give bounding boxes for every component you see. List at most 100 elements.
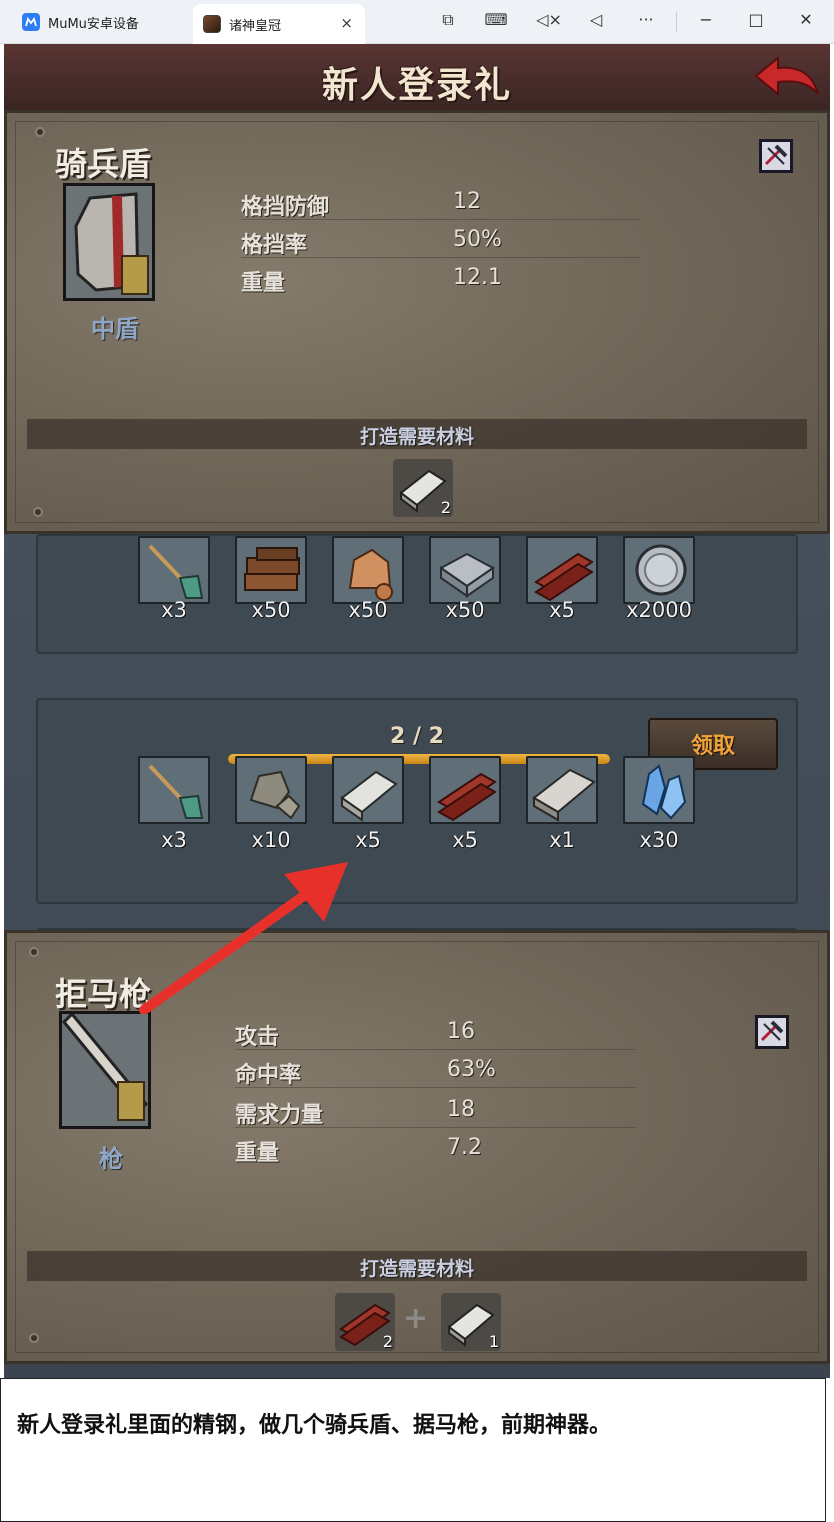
item-quantity: x5 — [452, 828, 478, 852]
game-viewport: 新人登录礼 2 / 2 领取 2 / 3 领取 — [4, 44, 830, 1378]
iron-ingot-icon — [439, 552, 495, 598]
tab-label: 诸神皇冠 — [229, 18, 282, 34]
reward-item-refined-steel[interactable] — [332, 756, 404, 824]
stat-divider — [235, 1087, 635, 1088]
material-slot[interactable]: 2 — [335, 1293, 395, 1351]
materials-label: 打造需要材料 — [359, 1258, 474, 1280]
stat-value: 18 — [447, 1097, 475, 1122]
rivet-icon — [33, 507, 43, 517]
silver-ingot-icon — [532, 768, 596, 822]
stat-label: 攻击 — [235, 1025, 280, 1050]
stat-label: 重量 — [235, 1141, 280, 1166]
tab-label: MuMu安卓设备 — [48, 16, 139, 32]
reward-item-iron-ingot[interactable] — [429, 536, 501, 604]
stat-value: 50% — [453, 227, 502, 252]
material-quantity: 2 — [382, 1332, 393, 1351]
game-header: 新人登录礼 — [4, 44, 830, 110]
stat-label: 命中率 — [235, 1063, 302, 1088]
material-slot[interactable]: 2 — [393, 459, 453, 517]
tab-game[interactable]: 诸神皇冠 × — [193, 4, 365, 44]
stat-label: 格挡防御 — [241, 195, 330, 220]
stat-divider — [235, 1127, 635, 1128]
stat-value: 12.1 — [453, 265, 502, 290]
item-name: 拒马枪 — [55, 975, 152, 1013]
item-type: 中盾 — [91, 315, 139, 343]
mumu-logo-icon — [22, 13, 40, 31]
item-quantity: x5 — [355, 828, 381, 852]
item-card-shield: 骑兵盾 中盾 格挡防御 12 格挡率 50% 重量 12.1 打造需要材料 2 — [4, 110, 830, 534]
reward-item-shovel[interactable] — [138, 536, 210, 604]
materials-label: 打造需要材料 — [359, 426, 474, 448]
refined-steel-icon — [340, 770, 398, 822]
item-card-spear: 拒马枪 枪 攻击 16 命中率 63% 需求力量 18 重量 7.2 打造需要材… — [4, 930, 830, 1364]
reward-item-silver-ingot[interactable] — [526, 756, 598, 824]
stat-label: 格挡率 — [241, 233, 308, 258]
mute-icon[interactable]: ◁× — [534, 10, 564, 29]
cast-icon[interactable]: ⧉ — [436, 10, 460, 30]
maximize-icon[interactable]: □ — [744, 10, 768, 29]
item-quantity: x30 — [639, 828, 679, 852]
back-icon[interactable]: ◁ — [584, 10, 608, 29]
item-quantity: x3 — [161, 598, 187, 622]
minimize-icon[interactable]: − — [694, 10, 718, 29]
ore-icon — [348, 548, 393, 601]
shield-item-icon[interactable] — [63, 183, 155, 301]
forge-button[interactable] — [755, 1015, 789, 1049]
shovel-icon — [148, 764, 204, 819]
reward-item-shovel[interactable] — [138, 756, 210, 824]
reward-item-stone[interactable] — [235, 756, 307, 824]
crystal-icon — [641, 764, 687, 820]
keyboard-icon[interactable]: ⌨ — [484, 10, 508, 29]
rivet-icon — [29, 947, 39, 957]
hammer-icon — [764, 144, 788, 166]
item-name: 骑兵盾 — [55, 145, 152, 183]
stat-value: 16 — [447, 1019, 475, 1044]
wood-bundle-icon — [244, 547, 300, 591]
stat-value: 7.2 — [447, 1135, 482, 1160]
material-quantity: 1 — [488, 1332, 499, 1351]
material-slot[interactable]: 1 — [441, 1293, 501, 1351]
forge-button[interactable] — [759, 139, 793, 173]
item-quantity: x50 — [251, 598, 291, 622]
close-window-icon[interactable]: ✕ — [794, 10, 818, 29]
rivet-icon — [35, 127, 45, 137]
spear-icon — [61, 1011, 149, 1121]
reward-item-wood-plank[interactable] — [526, 536, 598, 604]
silver-coin-icon — [635, 544, 687, 596]
return-arrow-icon[interactable] — [752, 54, 822, 100]
stat-label: 重量 — [241, 271, 286, 296]
item-quantity: x5 — [549, 598, 575, 622]
wood-plank-icon — [437, 772, 497, 822]
shovel-icon — [148, 544, 204, 599]
stat-label: 需求力量 — [235, 1103, 324, 1128]
browser-tab-bar: MuMu安卓设备 诸神皇冠 × ⧉ ⌨ ◁× ◁ ··· − □ ✕ — [0, 0, 834, 44]
tab-mumu-device[interactable]: MuMu安卓设备 — [8, 4, 192, 40]
stat-divider — [235, 1049, 635, 1050]
reward-item-wood-bundle[interactable] — [235, 536, 307, 604]
plus-icon: + — [403, 1301, 429, 1336]
reward-item-crystal[interactable] — [623, 756, 695, 824]
game-favicon-icon — [203, 15, 221, 33]
hammer-icon — [760, 1020, 784, 1042]
more-icon[interactable]: ··· — [634, 10, 658, 29]
reward-item-silver-coin[interactable] — [623, 536, 695, 604]
spear-item-icon[interactable] — [59, 1011, 151, 1129]
page-title: 新人登录礼 — [321, 65, 512, 106]
reward-item-ore[interactable] — [332, 536, 404, 604]
item-quantity: x50 — [445, 598, 485, 622]
stat-value: 12 — [453, 189, 481, 214]
material-quantity: 2 — [440, 498, 451, 517]
materials-header: 打造需要材料 — [27, 1251, 807, 1281]
item-quantity: x2000 — [626, 598, 692, 622]
item-quantity: x1 — [549, 828, 575, 852]
item-quantity: x10 — [251, 828, 291, 852]
item-type: 枪 — [99, 1145, 123, 1173]
item-quantity: x3 — [161, 828, 187, 852]
materials-header: 打造需要材料 — [27, 419, 807, 449]
wood-plank-icon — [534, 552, 594, 602]
reward-item-wood-plank[interactable] — [429, 756, 501, 824]
toolbar-divider — [676, 12, 677, 32]
tab-close-icon[interactable]: × — [340, 14, 353, 32]
caption-text: 新人登录礼里面的精钢，做几个骑兵盾、据马枪，前期神器。 — [17, 1413, 612, 1438]
screenshot-root: MuMu安卓设备 诸神皇冠 × ⧉ ⌨ ◁× ◁ ··· − □ ✕ 新人登录礼 — [0, 0, 834, 1522]
